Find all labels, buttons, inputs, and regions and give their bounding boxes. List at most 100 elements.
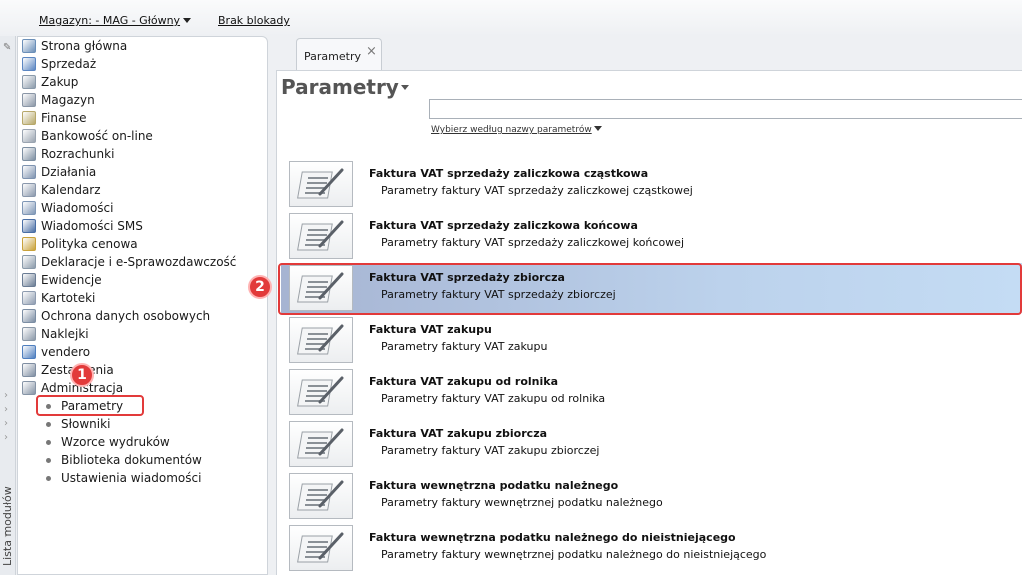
annotation-number-1: 1 [70,363,94,387]
warehouse-icon [22,93,36,107]
parameter-row[interactable]: Faktura VAT zakupu zbiorcza Parametry fak… [281,419,1022,469]
sidebar-item-18[interactable]: Zestawienia [22,361,114,379]
sidebar-item-6[interactable]: Rozrachunki [22,145,114,163]
filter-dropdown[interactable]: Wybierz według nazwy parametrów [431,125,602,135]
sidebar-subitem-label: Biblioteka dokumentów [61,453,202,467]
sidebar-item-label: Ochrona danych osobowych [41,309,211,323]
sidebar-item-17[interactable]: vendero [22,343,90,361]
sidebar-subitem-label: Ustawienia wiadomości [61,471,202,485]
bullet-icon [46,475,51,481]
parameter-title: Faktura VAT sprzedaży zaliczkowa cząstko… [369,167,649,180]
parameter-title: Faktura wewnętrzna podatku należnego do … [369,531,736,544]
parameter-title: Faktura VAT sprzedaży zaliczkowa końcowa [369,219,638,232]
sidebar-item-15[interactable]: Ochrona danych osobowych [22,307,210,325]
parameter-row[interactable]: Faktura VAT zakupu od rolnika Parametry f… [281,367,1022,417]
chevron-right-icon[interactable]: › [4,404,8,415]
sidebar-item-11[interactable]: Polityka cenowa [22,235,138,253]
sidebar-item-12[interactable]: Deklaracje i e-Sprawozdawczość [22,253,236,271]
document-edit-icon [289,317,353,363]
chevron-down-icon [400,85,409,90]
parameter-row[interactable]: Faktura VAT sprzedaży zaliczkowa końcowa… [281,211,1022,261]
sidebar-item-13[interactable]: Ewidencje [22,271,102,289]
parameter-description: Parametry faktury wewnętrznej podatku na… [381,496,663,509]
sidebar-item-label: Działania [41,165,97,179]
sidebar-item-label: Kalendarz [41,183,101,197]
sidebar-item-16[interactable]: Naklejki [22,325,89,343]
annotation-box-2 [278,263,1022,315]
top-bar: Magazyn: - MAG - Główny Brak blokady [0,0,1022,36]
document-edit-icon [289,213,353,259]
purchase-icon [22,75,36,89]
sidebar-item-9[interactable]: Wiadomości [22,199,113,217]
sidebar-subitem-label: Wzorce wydruków [61,435,170,449]
sidebar-item-label: Wiadomości [41,201,114,215]
declarations-icon [22,255,36,269]
messages-icon [22,201,36,215]
document-edit-icon [289,161,353,207]
sidebar-item-3[interactable]: Magazyn [22,91,95,109]
sidebar-subitem-2[interactable]: Wzorce wydruków [46,433,170,451]
parameter-row[interactable]: Faktura VAT zakupu Parametry faktury VAT … [281,315,1022,365]
calendar-icon [22,183,36,197]
page-title[interactable]: Parametry [281,75,409,99]
document-edit-icon [289,525,353,571]
sidebar-item-label: Strona główna [41,39,128,53]
module-list-label[interactable]: Lista modułów [1,486,14,566]
pin-icon[interactable]: ✎ [3,42,11,53]
actions-icon [22,165,36,179]
sms-icon [22,219,36,233]
data-protection-icon [22,309,36,323]
bullet-icon [46,421,51,427]
sidebar-item-label: Bankowość on-line [41,129,153,143]
sales-icon [22,57,36,71]
parameter-description: Parametry faktury VAT zakupu od rolnika [381,392,606,405]
bullet-icon [46,439,51,445]
sidebar-item-label: Naklejki [41,327,89,341]
chevron-right-icon[interactable]: › [4,390,8,401]
warehouse-selector[interactable]: Magazyn: - MAG - Główny [39,14,192,27]
bullet-icon [46,457,51,463]
parameter-description: Parametry faktury wewnętrznej podatku na… [381,548,767,561]
sidebar-item-10[interactable]: Wiadomości SMS [22,217,143,235]
chevron-right-icon[interactable]: › [4,432,8,443]
sidebar-item-7[interactable]: Działania [22,163,96,181]
document-edit-icon [289,421,353,467]
sidebar-item-label: Sprzedaż [41,57,97,71]
parameter-row[interactable]: Faktura wewnętrzna podatku należnego Para… [281,471,1022,521]
sidebar-item-8[interactable]: Kalendarz [22,181,101,199]
sidebar-item-0[interactable]: Strona główna [22,37,127,55]
tab-parametry[interactable]: Parametry × [296,38,382,71]
sidebar-subitem-4[interactable]: Ustawienia wiadomości [46,469,201,487]
bank-icon [22,129,36,143]
sidebar-subitem-3[interactable]: Biblioteka dokumentów [46,451,202,469]
stickers-icon [22,327,36,341]
parameter-row[interactable]: Faktura VAT sprzedaży zaliczkowa cząstko… [281,159,1022,209]
sidebar-item-1[interactable]: Sprzedaż [22,55,96,73]
files-icon [22,291,36,305]
sidebar-item-label: Ewidencje [41,273,102,287]
sidebar-item-14[interactable]: Kartoteki [22,289,95,307]
sidebar: Strona główna Sprzedaż Zakup Magazyn Finanse… [17,36,268,575]
sidebar-item-label: vendero [41,345,91,359]
blocking-status-link[interactable]: Brak blokady [218,14,290,27]
home-icon [22,39,36,53]
sidebar-item-2[interactable]: Zakup [22,73,78,91]
settlements-icon [22,147,36,161]
close-icon[interactable]: × [366,44,377,59]
search-input[interactable] [429,99,1022,119]
parameter-row[interactable]: Faktura wewnętrzna podatku należnego do … [281,523,1022,573]
main-panel: Parametry Wybierz według nazwy parametró… [276,70,1022,575]
admin-icon [22,381,36,395]
sidebar-subitem-1[interactable]: Słowniki [46,415,110,433]
parameter-title: Faktura VAT zakupu zbiorcza [369,427,548,440]
sidebar-item-5[interactable]: Bankowość on-line [22,127,153,145]
sidebar-item-label: Deklaracje i e-Sprawozdawczość [41,255,237,269]
sidebar-item-label: Polityka cenowa [41,237,138,251]
parameter-title: Faktura VAT zakupu od rolnika [369,375,558,388]
reports-icon [22,363,36,377]
chevron-down-icon [183,18,192,23]
sidebar-item-4[interactable]: Finanse [22,109,87,127]
chevron-down-icon [593,126,602,131]
parameter-description: Parametry faktury VAT sprzedaży zaliczko… [381,184,693,197]
chevron-right-icon[interactable]: › [4,418,8,429]
